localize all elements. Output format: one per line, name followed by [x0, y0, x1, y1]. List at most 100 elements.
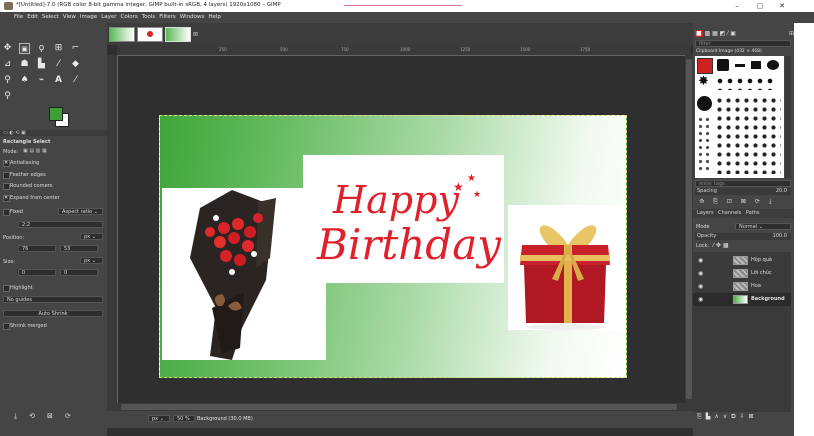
brush-scrollbar[interactable]: [785, 56, 791, 178]
menu-select[interactable]: Select: [42, 12, 59, 23]
brush-grid[interactable]: ✸: [695, 56, 784, 178]
layer-row[interactable]: ◉ Hộp quà: [693, 254, 791, 267]
title-highlight-line: [344, 5, 462, 6]
selection-mode-buttons[interactable]: ▣ ▤ ▥ ▦: [23, 148, 47, 154]
horizontal-scroll-thumb[interactable]: [121, 404, 677, 410]
highlight-checkbox[interactable]: [3, 285, 10, 292]
crop-tool-icon[interactable]: ⌐: [70, 43, 81, 54]
smudge-tool-icon[interactable]: ♠: [19, 75, 30, 86]
close-tab-icon[interactable]: ⊠: [193, 31, 198, 38]
rect-select-tool-icon[interactable]: ▣: [19, 43, 30, 54]
visibility-eye-icon[interactable]: ◉: [698, 296, 705, 303]
guides-select[interactable]: No guides: [3, 296, 103, 303]
menu-view[interactable]: View: [63, 12, 76, 23]
lock-icons[interactable]: ⁄ ✥ ▦: [713, 242, 729, 249]
paths-tool-icon[interactable]: ⌁: [36, 75, 47, 86]
tab-paths[interactable]: Paths: [746, 210, 760, 216]
maximize-button[interactable]: ▢: [750, 1, 770, 11]
opacity-slider[interactable]: Opacity 100.0: [695, 233, 791, 240]
image-tab-1[interactable]: [109, 27, 135, 42]
vertical-scrollbar[interactable]: [685, 55, 693, 415]
image-tab-3-active[interactable]: [165, 27, 191, 42]
brush-pattern[interactable]: [715, 96, 781, 174]
dock-tabs[interactable]: ■ ▩ ▦ ◩ ⁄ ▣: [695, 30, 792, 38]
menu-image[interactable]: Image: [80, 12, 97, 23]
tool-options-tab-icons[interactable]: ▭ ◐ ⟲ ▣: [3, 130, 26, 136]
close-button[interactable]: ✕: [772, 1, 792, 11]
aspect-ratio-field[interactable]: 2:2: [18, 221, 103, 228]
text-tool-icon[interactable]: A: [53, 75, 64, 86]
menu-layer[interactable]: Layer: [101, 12, 116, 23]
menu-tools[interactable]: Tools: [142, 12, 156, 23]
image-tab-2[interactable]: [137, 27, 163, 42]
layer-thumbnail: [733, 269, 748, 278]
antialiasing-checkbox[interactable]: [3, 160, 10, 167]
fuzzy-select-tool-icon[interactable]: ⊞: [53, 43, 64, 54]
toolbox-bottom-buttons[interactable]: ⤓⟲⊠⟳: [14, 412, 83, 421]
layer-row[interactable]: ◉ Hoa: [693, 280, 791, 293]
spacing-slider[interactable]: Spacing 20.0: [695, 188, 791, 195]
fixed-checkbox[interactable]: [3, 209, 10, 216]
clone-tool-icon[interactable]: ⚲: [2, 75, 13, 86]
tab-layers[interactable]: Layers: [697, 210, 714, 216]
color-picker-tool-icon[interactable]: ⁄: [70, 75, 81, 86]
zoom-tool-icon[interactable]: ⚲: [2, 91, 13, 102]
visibility-eye-icon[interactable]: ◉: [698, 283, 705, 290]
star-brush[interactable]: ✸: [698, 75, 710, 88]
expand-from-center-checkbox[interactable]: [3, 195, 10, 202]
brush-row[interactable]: [715, 76, 775, 90]
auto-shrink-button[interactable]: Auto Shrink: [3, 310, 103, 317]
rounded-corners-checkbox[interactable]: [3, 183, 10, 190]
brush-block[interactable]: [751, 61, 761, 69]
auto-shrink-label: Auto Shrink: [38, 311, 68, 317]
brush-block[interactable]: [717, 59, 729, 71]
bucket-fill-tool-icon[interactable]: ▙: [36, 59, 47, 70]
layer-row-selected[interactable]: ◉ Background: [693, 293, 791, 306]
lasso-tool-icon[interactable]: ϙ: [36, 43, 47, 54]
menu-edit[interactable]: Edit: [27, 12, 38, 23]
position-unit-select[interactable]: px ⌄: [80, 233, 103, 240]
feather-edges-checkbox[interactable]: [3, 172, 10, 179]
transform-tool-icon[interactable]: ⊿: [2, 59, 13, 70]
zoom-select[interactable]: 50 %: [173, 415, 195, 422]
foreground-color-swatch[interactable]: [49, 107, 63, 121]
brush-tag-input[interactable]: enter tags: [695, 180, 791, 187]
horizontal-scrollbar[interactable]: [117, 403, 685, 411]
clipboard-brush-thumb[interactable]: [697, 58, 713, 74]
menu-colors[interactable]: Colors: [120, 12, 137, 23]
move-tool-icon[interactable]: ✥: [2, 43, 13, 54]
brush-filter-placeholder: filter: [699, 41, 711, 47]
brush-block[interactable]: [735, 64, 745, 67]
menu-filters[interactable]: Filters: [159, 12, 176, 23]
image-tabs: ⊠: [107, 23, 693, 45]
shrink-merged-checkbox[interactable]: [3, 323, 10, 330]
brush-filter-input[interactable]: filter: [695, 40, 791, 47]
warp-tool-icon[interactable]: ☗: [19, 59, 30, 70]
layer-row[interactable]: ◉ Lời chúc: [693, 267, 791, 280]
menu-windows[interactable]: Windows: [180, 12, 205, 23]
brush-pattern[interactable]: [697, 116, 713, 172]
visibility-eye-icon[interactable]: ◉: [698, 257, 705, 264]
visibility-eye-icon[interactable]: ◉: [698, 270, 705, 277]
round-brush[interactable]: [697, 96, 712, 111]
position-y-field[interactable]: 53: [60, 245, 98, 252]
unit-select[interactable]: px ⌄: [148, 415, 170, 422]
menu-file[interactable]: File: [14, 12, 23, 23]
size-h-field[interactable]: 0: [60, 269, 98, 276]
fixed-mode-select[interactable]: Aspect ratio ⌄: [58, 208, 103, 215]
menu-help[interactable]: Help: [208, 12, 221, 23]
brush-block[interactable]: [767, 60, 779, 70]
vertical-scroll-thumb[interactable]: [686, 59, 692, 399]
position-x-field[interactable]: 76: [18, 245, 56, 252]
brush-action-buttons[interactable]: ⟰⎘⊡⊠⟳⤓: [699, 198, 781, 206]
eraser-tool-icon[interactable]: ◆: [70, 59, 81, 70]
image-canvas[interactable]: Happy Birthday ★ ★ ★: [159, 115, 627, 378]
size-unit-select[interactable]: px ⌄: [80, 257, 103, 264]
size-w-field[interactable]: 0: [18, 269, 56, 276]
ruler-mark: 1500: [520, 47, 531, 52]
layer-mode-select[interactable]: Normal ⌄: [735, 223, 791, 230]
tab-channels[interactable]: Channels: [718, 210, 741, 216]
minimize-button[interactable]: –: [727, 1, 747, 11]
layer-action-buttons[interactable]: ⎘▙∧∨⧉⇩⊠: [697, 413, 758, 421]
paintbrush-tool-icon[interactable]: ⁄: [53, 59, 64, 70]
